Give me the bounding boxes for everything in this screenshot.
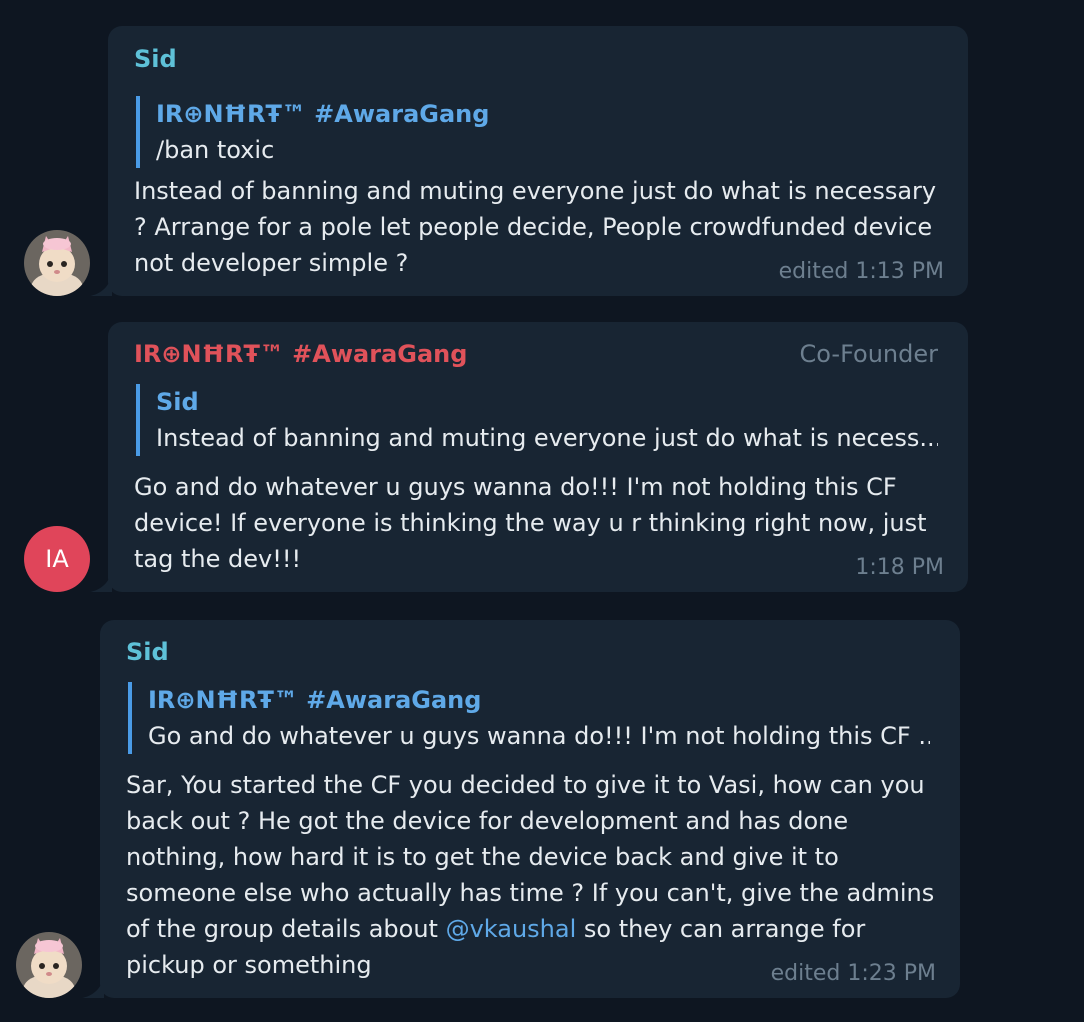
bubble-tail [82,978,104,998]
message-text: Sar, You started the CF you decided to g… [126,767,946,983]
message-time: 1:18 PM [855,555,944,580]
message-bubble[interactable]: Sid IR⊕NĦRŦ™ #AwaraGang Go and do whatev… [100,620,960,998]
cat-avatar-icon[interactable] [16,932,82,998]
sender-name[interactable]: IR⊕NĦRŦ™ #AwaraGang [134,339,467,369]
role-badge: Co-Founder [799,340,938,368]
reply-text: /ban toxic [156,136,275,164]
reply-quote[interactable]: IR⊕NĦRŦ™ #AwaraGang /ban toxic [136,96,936,168]
sender-name[interactable]: Sid [134,44,177,74]
reply-sender: IR⊕NĦRŦ™ #AwaraGang [156,100,490,128]
sender-name[interactable]: Sid [126,637,169,667]
bubble-tail [90,572,112,592]
message-text: Go and do whatever u guys wanna do!!! I'… [134,473,927,573]
message-time: edited 1:13 PM [778,259,944,284]
cat-avatar-icon[interactable] [24,230,90,296]
reply-text: Instead of banning and muting everyone j… [156,424,938,452]
message-time: edited 1:23 PM [770,961,936,986]
avatar[interactable]: IA [24,526,90,592]
reply-text: Go and do whatever u guys wanna do!!! I'… [148,722,930,750]
reply-sender: Sid [156,388,199,416]
reply-sender: IR⊕NĦRŦ™ #AwaraGang [148,686,482,714]
message-bubble[interactable]: Sid IR⊕NĦRŦ™ #AwaraGang /ban toxic Inste… [108,26,968,296]
mention-link[interactable]: @vkaushal [446,915,577,943]
reply-quote[interactable]: Sid Instead of banning and muting everyo… [136,384,938,456]
message-bubble[interactable]: IR⊕NĦRŦ™ #AwaraGang Co-Founder Sid Inste… [108,322,968,592]
reply-quote[interactable]: IR⊕NĦRŦ™ #AwaraGang Go and do whatever u… [128,682,930,754]
bubble-tail [90,276,112,296]
